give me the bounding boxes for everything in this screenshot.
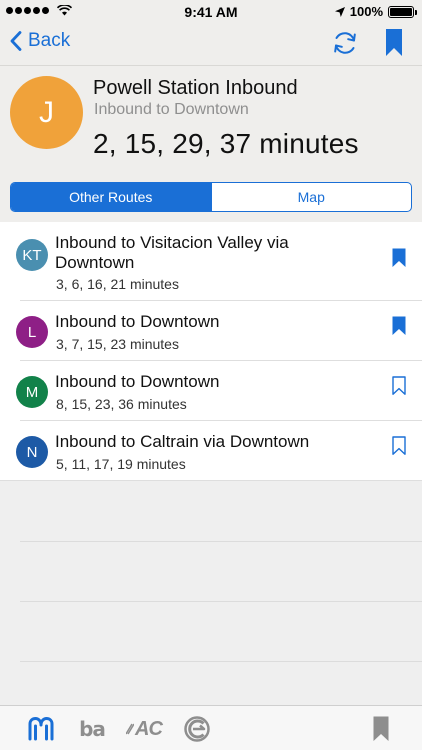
empty-list-area [0,481,422,705]
station-direction: Inbound to Downtown [94,101,249,118]
status-bar: 9:41 AM 100% [0,0,422,22]
station-name: Powell Station Inbound [93,77,298,99]
refresh-icon[interactable] [331,29,359,57]
arrival-times: 2, 15, 29, 37 minutes [93,128,359,159]
battery-percent: 100% [349,4,383,19]
back-button[interactable]: Back [10,30,70,52]
bookmark-filled-icon[interactable] [392,316,406,336]
tab-bart[interactable]: ba [76,714,108,744]
tab-bar: ba AC [0,705,422,750]
route-times: 3, 7, 15, 23 minutes [56,336,179,352]
chevron-left-icon [10,31,22,51]
route-badge: KT [16,239,48,271]
route-title: Inbound to Visitacion Valley via Downtow… [55,233,289,272]
routes-list: KT Inbound to Visitacion Valley via Down… [0,222,422,481]
segment-other-routes[interactable]: Other Routes [11,183,211,211]
battery-icon [388,5,417,18]
route-times: 3, 6, 16, 21 minutes [56,276,179,292]
route-times: 5, 11, 17, 19 minutes [56,456,186,472]
tab-bookmarks[interactable] [368,714,394,744]
route-times: 8, 15, 23, 36 minutes [56,396,187,412]
bookmark-outline-icon[interactable] [392,436,406,456]
navigation-bar: Back [0,22,422,66]
view-segmented-control: Other Routes Map [10,182,412,212]
back-label: Back [28,30,71,51]
ac-transit-swoosh-icon [126,723,135,735]
bookmark-filled-icon [373,716,389,741]
bookmark-filled-icon[interactable] [392,248,406,268]
list-item[interactable]: M Inbound to Downtown 8, 15, 23, 36 minu… [0,361,422,421]
list-item[interactable]: KT Inbound to Visitacion Valley via Down… [0,222,422,301]
ac-transit-logo-label: AC [135,717,163,740]
route-badge: M [16,376,48,408]
bookmark-filled-icon[interactable] [385,29,403,57]
route-badge: L [16,316,48,348]
bart-logo-label: ba [79,717,106,741]
tab-muni[interactable] [26,714,56,744]
bookmark-outline-icon[interactable] [392,376,406,396]
route-title: Inbound to Downtown [55,372,220,391]
tab-caltrain[interactable] [182,714,212,744]
caltrain-logo-icon [184,716,210,742]
stop-header: J Powell Station Inbound Inbound to Down… [0,66,422,222]
location-arrow-icon [334,6,345,17]
list-item[interactable]: L Inbound to Downtown 3, 7, 15, 23 minut… [0,301,422,361]
route-title: Inbound to Downtown [55,312,220,331]
stop-avatar: J [10,76,83,149]
route-badge: N [16,436,48,468]
tab-ac-transit[interactable]: AC [122,714,166,744]
muni-logo-icon [28,717,54,741]
route-title: Inbound to Caltrain via Downtown [55,432,310,451]
list-item[interactable]: N Inbound to Caltrain via Downtown 5, 11… [0,421,422,481]
segment-map[interactable]: Map [210,183,412,211]
